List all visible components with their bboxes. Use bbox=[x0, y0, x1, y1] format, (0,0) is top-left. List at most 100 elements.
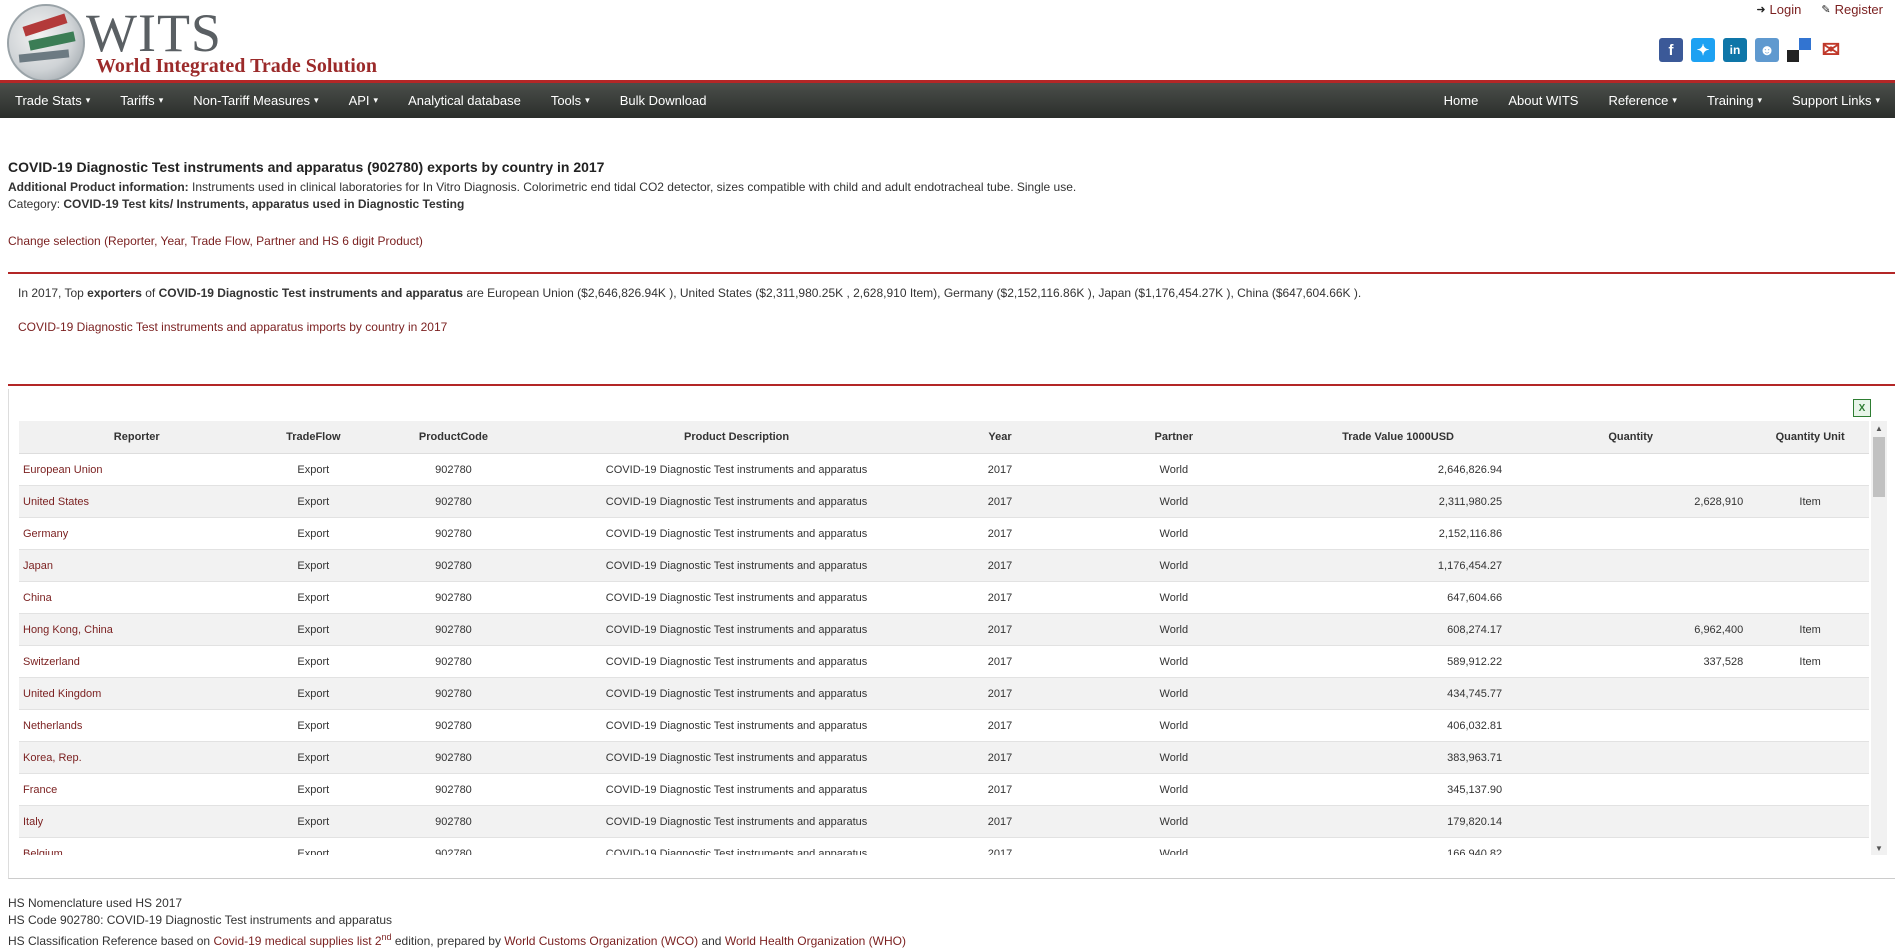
product-category: Category: COVID-19 Test kits/ Instrument… bbox=[8, 197, 464, 211]
imports-by-country-link[interactable]: COVID-19 Diagnostic Test instruments and… bbox=[18, 320, 447, 334]
cell-reporter: Germany bbox=[19, 517, 255, 550]
wco-link[interactable]: World Customs Organization (WCO) bbox=[504, 934, 698, 948]
cell-quantity-unit bbox=[1751, 805, 1869, 838]
login-link[interactable]: ➜ Login bbox=[1756, 2, 1801, 17]
covid-supplies-list-link[interactable]: Covid-19 medical supplies list 2nd bbox=[213, 932, 392, 948]
column-header[interactable]: TradeFlow bbox=[254, 421, 373, 454]
cell-product-code: 902780 bbox=[372, 741, 535, 774]
table-scrollbar[interactable]: ▲ ▼ bbox=[1871, 421, 1887, 855]
nav-item-tools[interactable]: Tools ▾ bbox=[536, 93, 605, 108]
cell-reporter: Japan bbox=[19, 549, 255, 582]
logo-subtitle[interactable]: World Integrated Trade Solution bbox=[96, 55, 377, 78]
nav-item-label[interactable]: Tools bbox=[551, 93, 581, 108]
nav-item-reference[interactable]: Reference ▾ bbox=[1593, 93, 1692, 108]
cell-reporter: Italy bbox=[19, 805, 255, 838]
reporter-link[interactable]: Netherlands bbox=[23, 720, 82, 732]
nav-item-bulk-download[interactable]: Bulk Download bbox=[605, 93, 722, 108]
reporter-link[interactable]: Japan bbox=[23, 560, 53, 572]
nav-item-home[interactable]: Home bbox=[1429, 93, 1494, 108]
register-link[interactable]: ✎ Register bbox=[1821, 2, 1883, 17]
nav-item-label[interactable]: Reference bbox=[1608, 93, 1668, 108]
nav-item-label[interactable]: API bbox=[349, 93, 370, 108]
cell-product-code: 902780 bbox=[372, 645, 535, 678]
cell-product-code: 902780 bbox=[372, 517, 535, 550]
nav-item-non-tariff-measures[interactable]: Non-Tariff Measures ▾ bbox=[178, 93, 333, 108]
reporter-link[interactable]: United States bbox=[23, 496, 89, 508]
covid-list-label[interactable]: Covid-19 medical supplies list 2 bbox=[213, 934, 381, 948]
nav-item-trade-stats[interactable]: Trade Stats ▾ bbox=[0, 93, 105, 108]
reporter-link[interactable]: Hong Kong, China bbox=[23, 624, 113, 636]
column-header[interactable]: Trade Value 1000USD bbox=[1285, 421, 1511, 454]
cell-year: 2017 bbox=[938, 581, 1062, 614]
change-selection-link[interactable]: Change selection (Reporter, Year, Trade … bbox=[8, 234, 423, 248]
nav-item-api[interactable]: API ▾ bbox=[334, 93, 394, 108]
cell-tradeflow: Export bbox=[254, 517, 373, 550]
facebook-icon[interactable]: f bbox=[1659, 38, 1683, 62]
cell-year: 2017 bbox=[938, 645, 1062, 678]
nav-item-label[interactable]: Training bbox=[1707, 93, 1753, 108]
column-header[interactable]: Quantity bbox=[1510, 421, 1752, 454]
linkedin-icon[interactable]: in bbox=[1723, 38, 1747, 62]
email-icon[interactable]: ✉ bbox=[1819, 37, 1843, 62]
reporter-link[interactable]: Switzerland bbox=[23, 656, 80, 668]
cell-partner: World bbox=[1061, 581, 1286, 614]
cell-trade-value: 647,604.66 bbox=[1285, 581, 1511, 614]
excel-export-icon[interactable]: X bbox=[1853, 399, 1871, 417]
login-label[interactable]: Login bbox=[1770, 2, 1802, 17]
table-body: European Union Export 902780 COVID-19 Diagn… bbox=[19, 453, 1869, 856]
column-header[interactable]: ProductCode bbox=[372, 421, 535, 454]
reporter-link[interactable]: China bbox=[23, 592, 52, 604]
wits-globe-logo-icon[interactable] bbox=[7, 4, 85, 82]
scroll-thumb[interactable] bbox=[1873, 437, 1885, 497]
column-header[interactable]: Year bbox=[938, 421, 1062, 454]
nav-item-label[interactable]: Non-Tariff Measures bbox=[193, 93, 310, 108]
nav-item-label[interactable]: Analytical database bbox=[408, 93, 521, 108]
cell-product-code: 902780 bbox=[372, 709, 535, 742]
nav-item-label[interactable]: Home bbox=[1444, 93, 1479, 108]
cell-trade-value: 179,820.14 bbox=[1285, 805, 1511, 838]
table-row: Switzerland Export 902780 COVID-19 Diagnost… bbox=[19, 645, 1869, 678]
nav-item-label[interactable]: Trade Stats bbox=[15, 93, 82, 108]
cell-quantity bbox=[1510, 837, 1752, 855]
nav-item-support-links[interactable]: Support Links ▾ bbox=[1777, 93, 1895, 108]
reporter-link[interactable]: France bbox=[23, 784, 57, 796]
reporter-link[interactable]: Germany bbox=[23, 528, 68, 540]
nav-left-group: Trade Stats ▾ Tariffs ▾ Non-Tariff Measures ▾… bbox=[0, 83, 721, 118]
nav-item-label[interactable]: About WITS bbox=[1508, 93, 1578, 108]
nav-item-about-wits[interactable]: About WITS bbox=[1493, 93, 1593, 108]
table-row: Korea, Rep. Export 902780 COVID-19 Diagnost… bbox=[19, 741, 1869, 774]
column-header[interactable]: Product Description bbox=[534, 421, 939, 454]
reporter-link[interactable]: European Union bbox=[23, 464, 103, 476]
cell-quantity bbox=[1510, 517, 1752, 550]
cell-partner: World bbox=[1061, 709, 1286, 742]
column-header[interactable]: Partner bbox=[1061, 421, 1286, 454]
cell-tradeflow: Export bbox=[254, 581, 373, 614]
column-header[interactable]: Quantity Unit bbox=[1751, 421, 1869, 454]
cell-quantity bbox=[1510, 549, 1752, 582]
nav-item-label[interactable]: Tariffs bbox=[120, 93, 154, 108]
twitter-icon[interactable]: ✦ bbox=[1691, 38, 1715, 62]
delicious-icon[interactable] bbox=[1787, 38, 1811, 62]
who-link[interactable]: World Health Organization (WHO) bbox=[725, 934, 906, 948]
reporter-link[interactable]: Korea, Rep. bbox=[23, 752, 82, 764]
scroll-down-arrow-icon[interactable]: ▼ bbox=[1871, 841, 1887, 855]
nav-item-label[interactable]: Support Links bbox=[1792, 93, 1872, 108]
nav-item-training[interactable]: Training ▾ bbox=[1692, 93, 1777, 108]
data-table-panel: X Reporter TradeFlow ProductCode Product De… bbox=[8, 389, 1895, 879]
cell-tradeflow: Export bbox=[254, 773, 373, 806]
nav-item-tariffs[interactable]: Tariffs ▾ bbox=[105, 93, 178, 108]
logo-wordmark[interactable]: WITS bbox=[86, 6, 222, 60]
column-header[interactable]: Reporter bbox=[19, 421, 255, 454]
nav-item-analytical-database[interactable]: Analytical database bbox=[393, 93, 536, 108]
footer-ref-mid: edition, prepared by bbox=[391, 934, 505, 948]
reporter-link[interactable]: United Kingdom bbox=[23, 688, 101, 700]
cell-quantity-unit bbox=[1751, 741, 1869, 774]
reporter-link[interactable]: Belgium bbox=[23, 848, 63, 856]
edition-superscript: nd bbox=[381, 932, 392, 942]
nav-item-label[interactable]: Bulk Download bbox=[620, 93, 707, 108]
export-data-grid[interactable]: Reporter TradeFlow ProductCode Product Desc… bbox=[19, 421, 1869, 855]
reddit-icon[interactable]: ☻ bbox=[1755, 38, 1779, 62]
register-label[interactable]: Register bbox=[1835, 2, 1883, 17]
reporter-link[interactable]: Italy bbox=[23, 816, 43, 828]
scroll-up-arrow-icon[interactable]: ▲ bbox=[1871, 421, 1887, 435]
